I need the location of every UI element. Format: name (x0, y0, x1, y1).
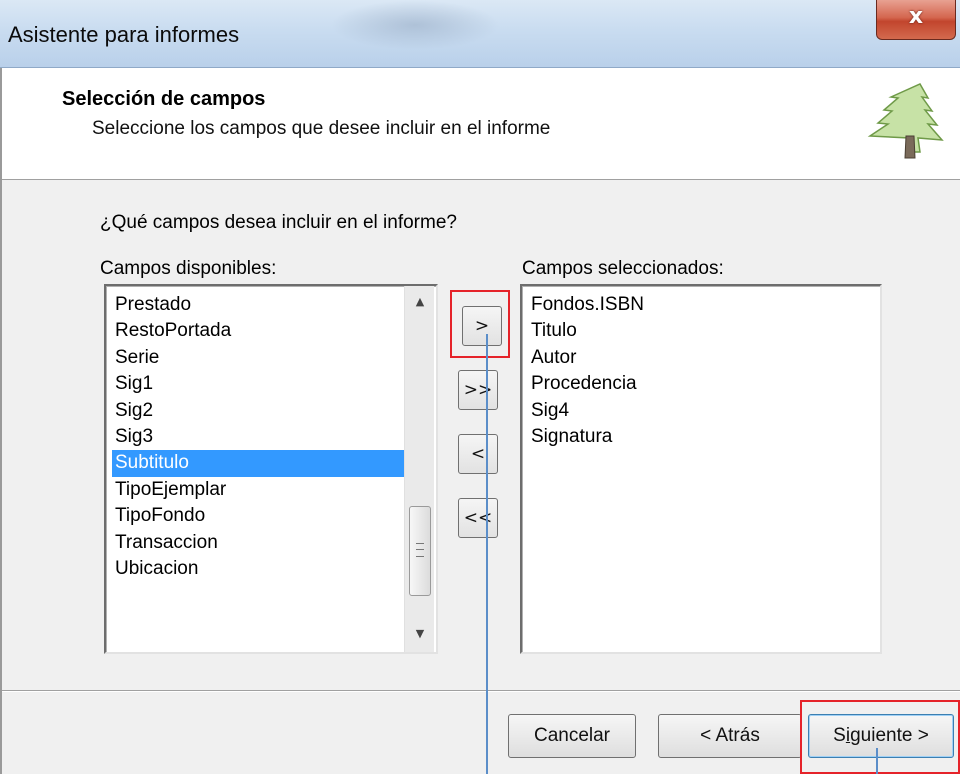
selected-fields-list[interactable]: Fondos.ISBN Titulo Autor Procedencia Sig… (520, 284, 882, 654)
next-button-callout-line (876, 748, 878, 774)
footer-separator (2, 690, 960, 692)
available-field-item[interactable]: TipoFondo (112, 503, 404, 529)
close-button[interactable]: x (876, 0, 956, 40)
step-subtitle: Seleccione los campos que desee incluir … (92, 118, 551, 139)
available-field-item[interactable]: Ubicacion (112, 556, 404, 582)
available-fields-label: Campos disponibles: (100, 258, 277, 279)
selected-field-item[interactable]: Procedencia (528, 371, 644, 397)
selected-field-item[interactable]: Signatura (528, 424, 644, 450)
available-field-item[interactable]: Sig3 (112, 424, 404, 450)
back-button[interactable]: < Atrás (658, 714, 802, 758)
step-title: Selección de campos (62, 88, 266, 110)
scroll-up-arrow-icon[interactable]: ▲ (405, 290, 435, 314)
selected-field-item[interactable]: Sig4 (528, 398, 644, 424)
available-field-item[interactable]: Transaccion (112, 530, 404, 556)
selected-fields-items: Fondos.ISBN Titulo Autor Procedencia Sig… (528, 292, 644, 450)
remove-field-button[interactable]: < (458, 434, 498, 474)
available-field-item[interactable]: Serie (112, 345, 404, 371)
add-button-highlight (450, 290, 510, 358)
available-field-item[interactable]: RestoPortada (112, 318, 404, 344)
title-bar: Asistente para informes x (0, 0, 960, 68)
fields-question: ¿Qué campos desea incluir en el informe? (100, 212, 457, 233)
selected-field-item[interactable]: Titulo (528, 318, 644, 344)
title-bar-glow (330, 0, 500, 50)
available-fields-items: Prestado RestoPortada Serie Sig1 Sig2 Si… (112, 292, 404, 582)
scroll-down-arrow-icon[interactable]: ▼ (405, 622, 435, 646)
next-button-highlight (800, 700, 960, 774)
available-list-scrollbar[interactable]: ▲ ▼ (404, 286, 434, 652)
window-title: Asistente para informes (8, 22, 240, 47)
available-field-item[interactable]: Sig2 (112, 398, 404, 424)
selected-field-item[interactable]: Fondos.ISBN (528, 292, 644, 318)
add-button-callout-line (486, 334, 488, 774)
cancel-button[interactable]: Cancelar (508, 714, 636, 758)
grip-icon (416, 543, 424, 557)
add-all-fields-button[interactable]: >> (458, 370, 498, 410)
available-field-item[interactable]: Prestado (112, 292, 404, 318)
selected-field-item[interactable]: Autor (528, 345, 644, 371)
available-field-item[interactable]: TipoEjemplar (112, 477, 404, 503)
available-field-item-selected[interactable]: Subtitulo (112, 450, 404, 477)
available-field-item[interactable]: Sig1 (112, 371, 404, 397)
tree-icon (867, 83, 944, 159)
selected-fields-label: Campos seleccionados: (522, 258, 724, 279)
scrollbar-thumb[interactable] (409, 506, 431, 596)
available-fields-list[interactable]: Prestado RestoPortada Serie Sig1 Sig2 Si… (104, 284, 438, 654)
remove-all-fields-button[interactable]: << (458, 498, 498, 538)
